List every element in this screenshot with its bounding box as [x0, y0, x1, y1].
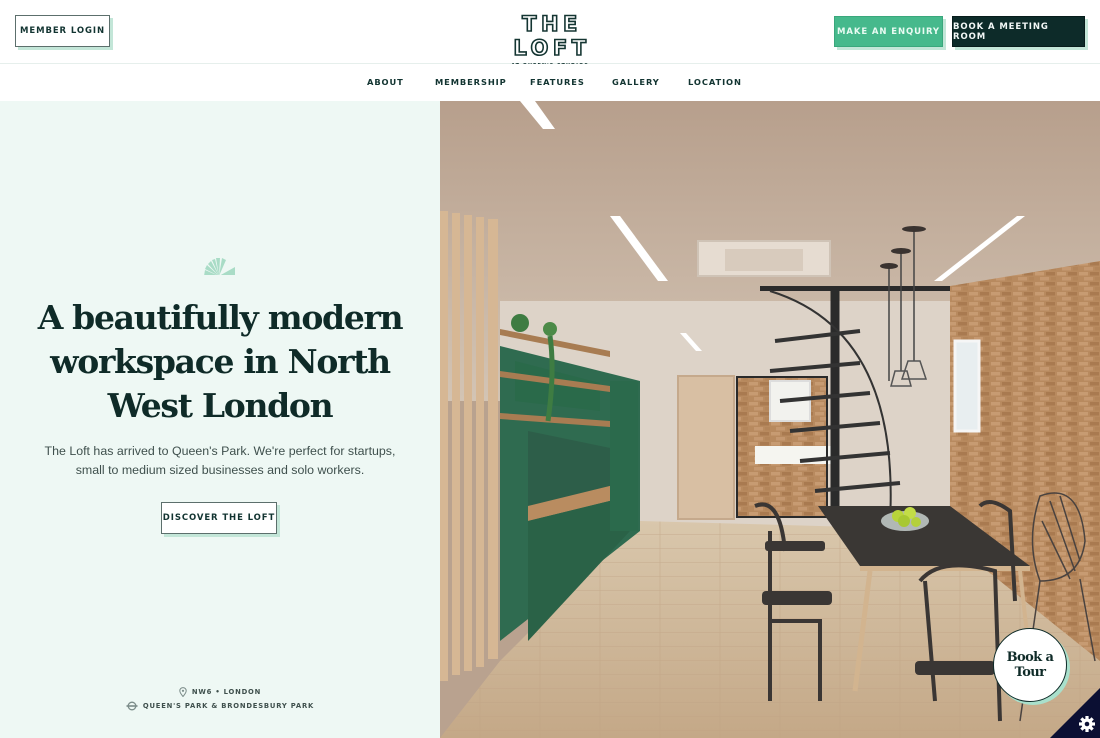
- nav-item-about[interactable]: ABOUT: [367, 77, 404, 87]
- gear-icon: [1050, 688, 1100, 738]
- hero-intro: The Loft has arrived to Queen's Park. We…: [44, 444, 396, 477]
- book-meeting-room-button[interactable]: BOOK A MEETING ROOM: [952, 16, 1085, 47]
- discover-the-loft-button[interactable]: DISCOVER THE LOFT: [161, 502, 277, 534]
- main-nav: ABOUT MEMBERSHIP FEATURES GALLERY LOCATI…: [0, 64, 1100, 101]
- logo-title: THE LOFT: [513, 11, 591, 61]
- site-logo[interactable]: THE LOFT AT QUEEN'S STUDIOS: [478, 11, 622, 69]
- fan-sunburst-icon: [202, 258, 236, 277]
- nav-item-membership[interactable]: MEMBERSHIP: [435, 77, 507, 87]
- underground-roundel-icon: [126, 701, 138, 711]
- location-area-text: NW6 • LONDON: [191, 688, 262, 696]
- location-stations: QUEEN'S PARK & BRONDESBURY PARK: [0, 701, 440, 711]
- nav-item-features[interactable]: FEATURES: [530, 77, 585, 87]
- cookie-settings-button[interactable]: [1050, 688, 1100, 738]
- location-area: NW6 • LONDON: [0, 687, 440, 697]
- book-a-tour-label: Book a Tour: [1006, 650, 1054, 680]
- location-stations-text: QUEEN'S PARK & BRONDESBURY PARK: [142, 702, 315, 710]
- map-pin-icon: [179, 687, 187, 697]
- hero-headline: A beautifully modern workspace in North …: [37, 298, 404, 425]
- nav-item-gallery[interactable]: GALLERY: [612, 77, 660, 87]
- hero-text-panel: A beautifully modern workspace in North …: [0, 101, 440, 738]
- nav-item-location[interactable]: LOCATION: [688, 77, 742, 87]
- make-enquiry-button[interactable]: MAKE AN ENQUIRY: [834, 16, 943, 47]
- member-login-button[interactable]: MEMBER LOGIN: [15, 15, 110, 47]
- site-header: MEMBER LOGIN THE LOFT AT QUEEN'S STUDIOS…: [0, 0, 1100, 69]
